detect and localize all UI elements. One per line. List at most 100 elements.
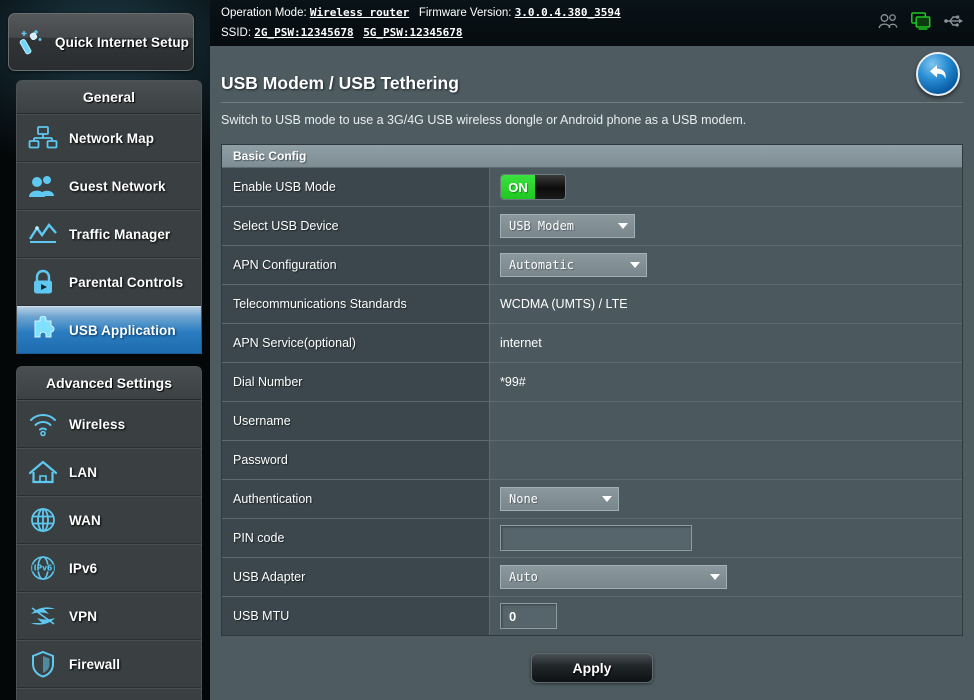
- sidebar-item-label: Traffic Manager: [69, 226, 171, 242]
- row-label: APN Service(optional): [222, 324, 490, 362]
- authentication-dropdown[interactable]: None: [500, 487, 619, 511]
- users-icon[interactable]: [878, 13, 898, 34]
- table-row: Enable USB Mode ON: [222, 167, 962, 206]
- select-value: Automatic: [509, 258, 575, 272]
- main-panel: USB Modem / USB Tethering Switch to USB …: [210, 46, 974, 700]
- sidebar-item-label: Wireless: [69, 416, 126, 432]
- row-label: Password: [222, 441, 490, 479]
- traffic-manager-icon: [17, 221, 69, 247]
- operation-mode-label: Operation Mode:: [221, 7, 307, 19]
- table-row: APN Service(optional) internet: [222, 323, 962, 362]
- title-divider: [221, 102, 963, 103]
- status-line-operation: Operation Mode: Wireless router Firmware…: [221, 6, 621, 19]
- sidebar-item-usb-application[interactable]: USB Application: [17, 306, 201, 354]
- chevron-down-icon: [630, 262, 640, 268]
- telecommunications-standards-value: WCDMA (UMTS) / LTE: [490, 285, 962, 323]
- firmware-value[interactable]: 3.0.0.4.380_3594: [515, 6, 621, 19]
- usb-adapter-dropdown[interactable]: Auto: [500, 565, 727, 589]
- row-value: USB Modem: [490, 207, 962, 245]
- quick-internet-setup-button[interactable]: Quick Internet Setup: [8, 13, 194, 71]
- sidebar-item-lan[interactable]: LAN: [17, 448, 201, 496]
- sidebar-item-guest-network[interactable]: Guest Network: [17, 162, 201, 210]
- status-line-ssid: SSID: 2G_PSW:12345678 5G_PSW:12345678: [221, 26, 463, 39]
- ssid-label: SSID:: [221, 27, 252, 39]
- globe-icon: [17, 506, 69, 534]
- sidebar-item-ipv6[interactable]: IPv6 IPv6: [17, 544, 201, 592]
- shield-icon: [17, 650, 69, 678]
- sidebar-group-advanced: Advanced Settings Wireless LAN WAN IPv6 …: [16, 366, 202, 700]
- sidebar-group-general: General Network Map Guest Network Traffi…: [16, 80, 202, 354]
- page-title: USB Modem / USB Tethering: [221, 73, 459, 93]
- home-icon: [17, 459, 69, 485]
- section-header-basic-config: Basic Config: [222, 145, 962, 167]
- sidebar-item-label: Parental Controls: [69, 274, 184, 290]
- sidebar-item-label: WAN: [69, 512, 101, 528]
- sidebar-item-partial[interactable]: [17, 688, 201, 700]
- table-row: USB Adapter Auto: [222, 557, 962, 596]
- apply-button-row: Apply: [221, 653, 963, 683]
- back-button[interactable]: [916, 52, 960, 96]
- select-value: Auto: [509, 570, 538, 584]
- chevron-down-icon: [602, 496, 612, 502]
- sidebar-item-wireless[interactable]: Wireless: [17, 400, 201, 448]
- guest-network-icon: [17, 173, 69, 199]
- sidebar-item-parental-controls[interactable]: Parental Controls: [17, 258, 201, 306]
- parental-controls-icon: [17, 268, 69, 296]
- status-bar: Operation Mode: Wireless router Firmware…: [210, 0, 974, 46]
- enable-usb-mode-toggle[interactable]: ON: [500, 174, 566, 200]
- sidebar-item-vpn[interactable]: VPN: [17, 592, 201, 640]
- toggle-state-label: ON: [501, 175, 535, 199]
- row-label: USB Adapter: [222, 558, 490, 596]
- sidebar-item-traffic-manager[interactable]: Traffic Manager: [17, 210, 201, 258]
- wifi-icon: [17, 411, 69, 437]
- row-value: ON: [490, 168, 962, 206]
- apply-button[interactable]: Apply: [531, 653, 653, 683]
- select-value: None: [509, 492, 538, 506]
- sidebar-item-label: VPN: [69, 608, 98, 624]
- sidebar-item-label: Guest Network: [69, 178, 166, 194]
- chevron-down-icon: [618, 223, 628, 229]
- magic-wand-icon: [9, 27, 55, 57]
- status-icon-group: [878, 12, 964, 35]
- basic-config-table: Basic Config Enable USB Mode ON Select U…: [221, 144, 963, 636]
- table-row: PIN code: [222, 518, 962, 557]
- apn-service-value: internet: [490, 324, 962, 362]
- row-value: None: [490, 480, 962, 518]
- ssid-2g-value[interactable]: 2G_PSW:12345678: [254, 26, 353, 39]
- select-usb-device-dropdown[interactable]: USB Modem: [500, 214, 635, 238]
- sidebar-item-firewall[interactable]: Firewall: [17, 640, 201, 688]
- pin-code-input[interactable]: [500, 525, 692, 551]
- table-row: USB MTU 0: [222, 596, 962, 635]
- sidebar-item-label: LAN: [69, 464, 98, 480]
- sidebar-item-label: Network Map: [69, 130, 155, 146]
- row-label: Dial Number: [222, 363, 490, 401]
- sidebar-item-label: USB Application: [69, 322, 176, 338]
- sidebar-item-label: IPv6: [69, 560, 98, 576]
- table-row: Username: [222, 401, 962, 440]
- row-value: Automatic: [490, 246, 962, 284]
- ssid-5g-value[interactable]: 5G_PSW:12345678: [363, 26, 462, 39]
- table-row: Authentication None: [222, 479, 962, 518]
- operation-mode-value[interactable]: Wireless router: [310, 6, 409, 19]
- username-value[interactable]: [490, 402, 962, 440]
- row-label: APN Configuration: [222, 246, 490, 284]
- sidebar-item-network-map[interactable]: Network Map: [17, 114, 201, 162]
- row-label: PIN code: [222, 519, 490, 557]
- apn-configuration-dropdown[interactable]: Automatic: [500, 253, 647, 277]
- row-label: Username: [222, 402, 490, 440]
- toggle-knob[interactable]: [535, 175, 565, 199]
- dial-number-value: *99#: [490, 363, 962, 401]
- monitor-icon[interactable]: [911, 12, 931, 35]
- sidebar-group-title-advanced: Advanced Settings: [17, 367, 201, 400]
- network-map-icon: [17, 125, 69, 151]
- usb-icon[interactable]: [944, 13, 964, 34]
- usb-mtu-input[interactable]: 0: [500, 603, 557, 629]
- vpn-icon: [17, 603, 69, 629]
- sidebar-item-wan[interactable]: WAN: [17, 496, 201, 544]
- back-arrow-icon: [924, 58, 952, 91]
- sidebar-item-label: Firewall: [69, 656, 121, 672]
- usb-application-icon: [17, 316, 69, 344]
- row-value: Auto: [490, 558, 962, 596]
- row-label: Telecommunications Standards: [222, 285, 490, 323]
- password-value[interactable]: [490, 441, 962, 479]
